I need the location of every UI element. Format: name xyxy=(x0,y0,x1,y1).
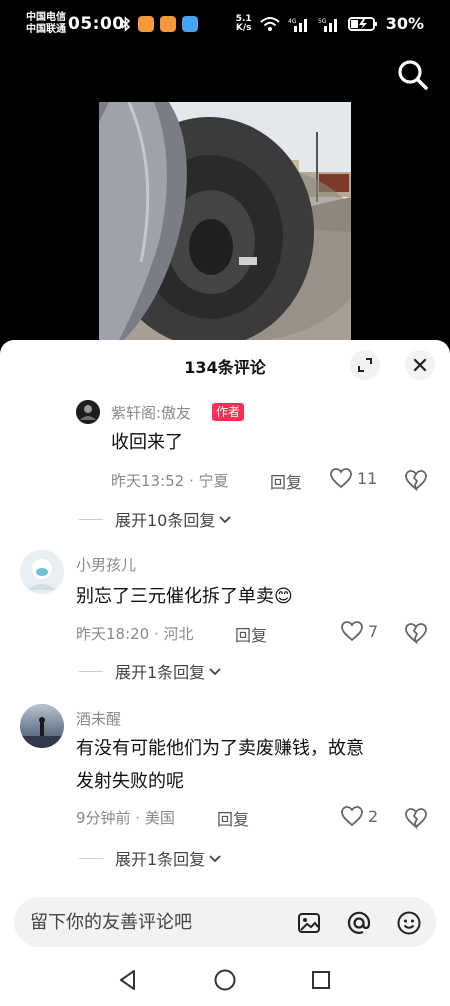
battery-icon xyxy=(347,16,377,31)
comment-text: 别忘了三元催化拆了单卖😊 xyxy=(76,582,293,612)
chevron-down-icon xyxy=(209,855,221,863)
recents-icon[interactable] xyxy=(309,968,333,992)
comments-sheet: 134条评论 紫轩阁:傲友 作者 收回来了 昨天13:52 · 宁夏 回复 11… xyxy=(0,340,450,1006)
video-scene-image xyxy=(99,102,351,340)
expand-button[interactable] xyxy=(350,350,380,380)
battery-percentage: 30% xyxy=(385,14,424,33)
carrier-labels: 中国电信 中国联通 xyxy=(26,12,66,36)
system-navigation-bar xyxy=(0,952,450,1006)
comment-time-location: 9分钟前 · 美国 xyxy=(76,809,175,827)
search-icon[interactable] xyxy=(396,58,430,92)
svg-text:5G: 5G xyxy=(318,18,327,25)
svg-text:4G: 4G xyxy=(288,18,297,25)
avatar[interactable] xyxy=(20,704,64,748)
close-button[interactable] xyxy=(405,350,435,380)
comment-input[interactable] xyxy=(30,897,290,947)
image-icon[interactable] xyxy=(296,910,322,936)
comment-time-location: 昨天18:20 · 河北 xyxy=(76,625,194,643)
wifi-icon xyxy=(260,16,280,31)
at-icon[interactable] xyxy=(346,910,372,936)
avatar[interactable] xyxy=(76,400,100,424)
expand-replies-button[interactable]: 展开1条回复 xyxy=(79,846,223,870)
expand-icon xyxy=(358,358,372,372)
like-button[interactable]: 11 xyxy=(329,467,377,489)
comment-username[interactable]: 酒未醒 xyxy=(76,708,121,729)
reply-button[interactable]: 回复 xyxy=(235,622,267,646)
expand-replies-button[interactable]: 展开10条回复 xyxy=(79,507,233,531)
avatar[interactable] xyxy=(20,550,64,594)
weather-icon xyxy=(182,16,198,32)
video-frame[interactable] xyxy=(99,102,351,340)
app-notification-icon xyxy=(138,16,154,32)
comment-text-body: 别忘了三元催化拆了单卖 xyxy=(76,586,274,607)
reply-button[interactable]: 回复 xyxy=(217,806,249,830)
like-button[interactable]: 2 xyxy=(340,805,378,827)
chevron-down-icon xyxy=(219,516,232,524)
system-status: 5.1 K/s 4G 5G 30% xyxy=(236,14,424,33)
expand-replies-label: 展开1条回复 xyxy=(115,850,206,869)
divider xyxy=(79,670,103,672)
divider xyxy=(79,518,103,520)
status-bar: 中国电信 中国联通 05:00 5.1 K/s 4G 5G 30% xyxy=(0,0,450,52)
emoji-icon[interactable] xyxy=(396,910,422,936)
close-icon xyxy=(413,358,427,372)
comment-text-line-2: 发射失败的呢 xyxy=(76,771,184,792)
heart-icon xyxy=(341,806,363,827)
chevron-down-icon xyxy=(209,668,221,676)
comment-text-line-1: 有没有可能他们为了卖废赚钱，故意 xyxy=(76,738,364,759)
carrier-1: 中国电信 xyxy=(26,12,66,23)
network-speed: 5.1 K/s xyxy=(235,14,252,33)
heart-icon xyxy=(341,621,363,642)
like-button[interactable]: 7 xyxy=(340,620,378,642)
like-count: 11 xyxy=(357,468,378,488)
expand-replies-button[interactable]: 展开1条回复 xyxy=(79,659,223,683)
expand-replies-label: 展开1条回复 xyxy=(115,663,206,682)
network-speed-unit: K/s xyxy=(235,22,252,33)
broken-heart-icon[interactable] xyxy=(404,806,428,830)
expand-replies-label: 展开10条回复 xyxy=(115,511,216,530)
comments-count-title: 134条评论 xyxy=(184,358,266,377)
broken-heart-icon[interactable] xyxy=(404,468,428,492)
home-icon[interactable] xyxy=(213,968,237,992)
back-icon[interactable] xyxy=(116,968,140,992)
author-badge: 作者 xyxy=(212,403,245,421)
app-notification-icon xyxy=(160,16,176,32)
carrier-2: 中国联通 xyxy=(26,24,66,35)
like-count: 7 xyxy=(368,621,379,641)
bluetooth-icon xyxy=(121,16,131,32)
smile-emoji: 😊 xyxy=(274,586,293,607)
comment-time-location: 昨天13:52 · 宁夏 xyxy=(111,472,229,490)
broken-heart-icon[interactable] xyxy=(404,621,428,645)
like-count: 2 xyxy=(368,806,379,826)
heart-icon xyxy=(330,468,352,489)
notification-icons xyxy=(120,16,198,32)
comment-username[interactable]: 小男孩儿 xyxy=(76,554,136,575)
reply-button[interactable]: 回复 xyxy=(270,469,302,493)
status-time: 05:00 xyxy=(68,14,125,34)
signal-4g-icon: 4G xyxy=(288,18,307,32)
comment-input-bar xyxy=(14,897,436,947)
signal-5g-icon: 5G xyxy=(318,18,337,32)
comment-username[interactable]: 紫轩阁:傲友 xyxy=(111,402,191,423)
comment-text: 收回来了 xyxy=(111,432,183,453)
divider xyxy=(79,857,103,859)
